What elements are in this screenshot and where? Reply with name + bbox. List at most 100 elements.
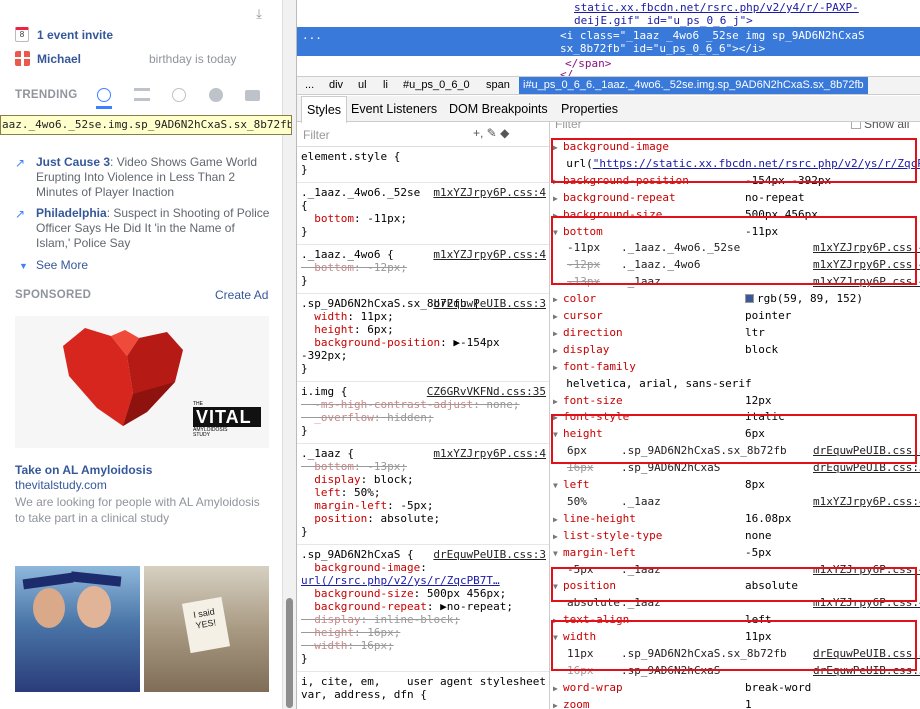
source-line[interactable]: </...: [560, 68, 593, 76]
computed-property[interactable]: ▶ line-height 16.08px: [553, 512, 920, 526]
styles-filter-input[interactable]: Filter: [303, 129, 330, 142]
expand-right-icon[interactable]: ▶: [553, 513, 563, 526]
breadcrumb-item[interactable]: div: [329, 77, 343, 94]
computed-property[interactable]: ▶ font-family: [553, 360, 920, 374]
style-declaration[interactable]: display: inline-block;: [301, 613, 548, 626]
trend-title[interactable]: Philadelphia: [36, 206, 107, 220]
rule-source-link[interactable]: m1xYZJrpy6P.css:4: [433, 248, 546, 261]
trend-title[interactable]: Just Cause 3: [36, 155, 110, 169]
node-ellipsis[interactable]: ...: [302, 29, 322, 42]
style-declaration[interactable]: height: 6px;: [301, 323, 548, 336]
computed-property[interactable]: ▶ background-repeat no-repeat: [553, 191, 920, 205]
style-declaration[interactable]: {: [301, 199, 548, 212]
computed-property[interactable]: ▶ cursor pointer: [553, 309, 920, 323]
event-invite-link[interactable]: 1 event invite: [37, 28, 113, 42]
breadcrumb-selected[interactable]: i#u_ps_0_6_6._1aaz._4wo6._52se.img.sp_9A…: [519, 77, 868, 94]
style-declaration[interactable]: display: block;: [301, 473, 548, 486]
rule-source-link[interactable]: m1xYZJrpy6P.css:4: [433, 186, 546, 199]
style-declaration[interactable]: background-repeat: ▶no-repeat;: [301, 600, 548, 613]
birthday-name-link[interactable]: Michael: [37, 52, 81, 66]
ad-title-link[interactable]: Take on AL Amyloidosis: [15, 463, 152, 477]
style-declaration[interactable]: height: 16px;: [301, 626, 548, 639]
expand-right-icon[interactable]: ▶: [553, 395, 563, 408]
computed-property[interactable]: ▶ zoom 1: [553, 698, 920, 709]
breadcrumb-item[interactable]: span: [486, 77, 510, 94]
trend-item[interactable]: ↗ Philadelphia: Suspect in Shooting of P…: [15, 206, 270, 251]
computed-property[interactable]: ▶ list-style-type none: [553, 529, 920, 543]
rule-selector[interactable]: i.img {CZ6GRvVKFNd.css:35: [301, 385, 548, 398]
trending-top-icon[interactable]: [97, 88, 111, 102]
ad-url[interactable]: thevitalstudy.com: [15, 478, 107, 492]
create-ad-link[interactable]: Create Ad: [215, 288, 268, 302]
scrollbar-thumb[interactable]: [286, 598, 293, 708]
style-declaration[interactable]: bottom: -12px;: [301, 261, 548, 274]
rule-source-link[interactable]: drEquwPeUIB.css:3: [433, 297, 546, 310]
color-swatch[interactable]: [745, 294, 754, 304]
show-all-checkbox[interactable]: [851, 122, 861, 129]
tab-dom-breakpoints[interactable]: DOM Breakpoints: [449, 96, 548, 122]
computed-property[interactable]: ▶ color rgb(59, 89, 152): [553, 292, 920, 306]
ad-photo-i-said-yes[interactable]: I said YES!: [144, 566, 269, 692]
rule-selector[interactable]: .sp_9AD6N2hCxaS {drEquwPeUIB.css:3: [301, 548, 548, 561]
expand-right-icon[interactable]: ▶: [553, 192, 563, 205]
rule-source-link[interactable]: drEquwPeUIB.css:3: [433, 548, 546, 561]
facebook-scrollbar[interactable]: [283, 0, 296, 709]
computed-filter-input[interactable]: Filter: [555, 122, 582, 131]
expand-right-icon[interactable]: ▶: [553, 293, 563, 306]
computed-property[interactable]: ▼ left 8px: [553, 478, 920, 492]
style-declaration[interactable]: width: 11px;: [301, 310, 548, 323]
breadcrumb-item[interactable]: #u_ps_0_6_0: [403, 77, 470, 94]
rule-selector[interactable]: ._1aaz._4wo6 {m1xYZJrpy6P.css:4: [301, 248, 548, 261]
expand-right-icon[interactable]: ▶: [553, 530, 563, 543]
ad-image[interactable]: THE VITAL AMYLOIDOSIS STUDY: [15, 316, 269, 448]
tab-properties[interactable]: Properties: [561, 96, 618, 122]
expand-right-icon[interactable]: ▶: [553, 682, 563, 695]
selected-node-row[interactable]: ... <i class="_1aaz _4wo6 _52se img sp_9…: [297, 27, 920, 56]
computed-property[interactable]: ▶ direction ltr: [553, 326, 920, 340]
user-agent-rule[interactable]: var, address, dfn {: [301, 688, 548, 701]
expand-right-icon[interactable]: ▶: [553, 310, 563, 323]
sports-icon[interactable]: [209, 88, 223, 102]
style-declaration[interactable]: bottom: -11px;: [301, 212, 548, 225]
trace-source-link[interactable]: m1xYZJrpy6P.css:4: [813, 495, 920, 508]
rule-selector[interactable]: element.style {: [301, 150, 548, 163]
rule-source-link[interactable]: CZ6GRvVKFNd.css:35: [427, 385, 546, 398]
rule-selector[interactable]: ._1aaz {m1xYZJrpy6P.css:4: [301, 447, 548, 460]
entertainment-icon[interactable]: [245, 90, 260, 101]
breadcrumb-item[interactable]: ...: [305, 77, 314, 94]
style-declaration[interactable]: background-image:: [301, 561, 548, 574]
tab-styles[interactable]: Styles: [301, 96, 348, 123]
computed-property[interactable]: ▶ font-size 12px: [553, 394, 920, 408]
add-rule-icon[interactable]: +, ✎ ◆: [473, 127, 509, 140]
style-declaration[interactable]: position: absolute;: [301, 512, 548, 525]
style-declaration[interactable]: background-size: 500px 456px;: [301, 587, 548, 600]
source-line[interactable]: static.xx.fbcdn.net/rsrc.php/v2/y4/r/-PA…: [574, 1, 859, 14]
download-icon[interactable]: ⤓: [252, 7, 266, 21]
ad-photo-graduates[interactable]: [15, 566, 140, 692]
style-declaration[interactable]: _overflow: hidden;: [301, 411, 548, 424]
computed-trace[interactable]: 50% ._1aaz m1xYZJrpy6P.css:4: [567, 495, 920, 508]
style-declaration[interactable]: bottom: -13px;: [301, 460, 548, 473]
breadcrumb-item[interactable]: ul: [358, 77, 367, 94]
politics-icon[interactable]: [134, 88, 150, 101]
rule-selector[interactable]: ._1aaz._4wo6._52se m1xYZJrpy6P.css:4: [301, 186, 548, 199]
expand-down-icon[interactable]: ▼: [553, 479, 563, 492]
style-declaration[interactable]: -392px;: [301, 349, 548, 362]
tab-event-listeners[interactable]: Event Listeners: [351, 96, 437, 122]
expand-right-icon[interactable]: ▶: [553, 699, 563, 709]
see-more-link[interactable]: See More: [36, 258, 88, 272]
style-declaration[interactable]: background-position: ▶-154px: [301, 336, 548, 349]
source-line[interactable]: deijE.gif" id="u_ps_0_6_j">: [574, 14, 753, 27]
computed-property[interactable]: ▶ word-wrap break-word: [553, 681, 920, 695]
computed-property[interactable]: ▶ display block: [553, 343, 920, 357]
rule-source-link[interactable]: m1xYZJrpy6P.css:4: [433, 447, 546, 460]
style-declaration[interactable]: -ms-high-contrast-adjust: none;: [301, 398, 548, 411]
expand-down-icon[interactable]: ▼: [553, 547, 563, 560]
breadcrumb-item[interactable]: li: [383, 77, 388, 94]
user-agent-rule[interactable]: i, cite, em, user agent stylesheet: [301, 675, 548, 688]
expand-right-icon[interactable]: ▶: [553, 327, 563, 340]
rule-selector[interactable]: .sp_9AD6N2hCxaS.sx_8b72fb {drEquwPeUIB.c…: [301, 297, 548, 310]
science-icon[interactable]: [172, 88, 186, 102]
computed-property[interactable]: helvetica, arial, sans-serif: [553, 377, 920, 390]
trend-item[interactable]: ↗ Just Cause 3: Video Shows Game World E…: [15, 155, 270, 200]
